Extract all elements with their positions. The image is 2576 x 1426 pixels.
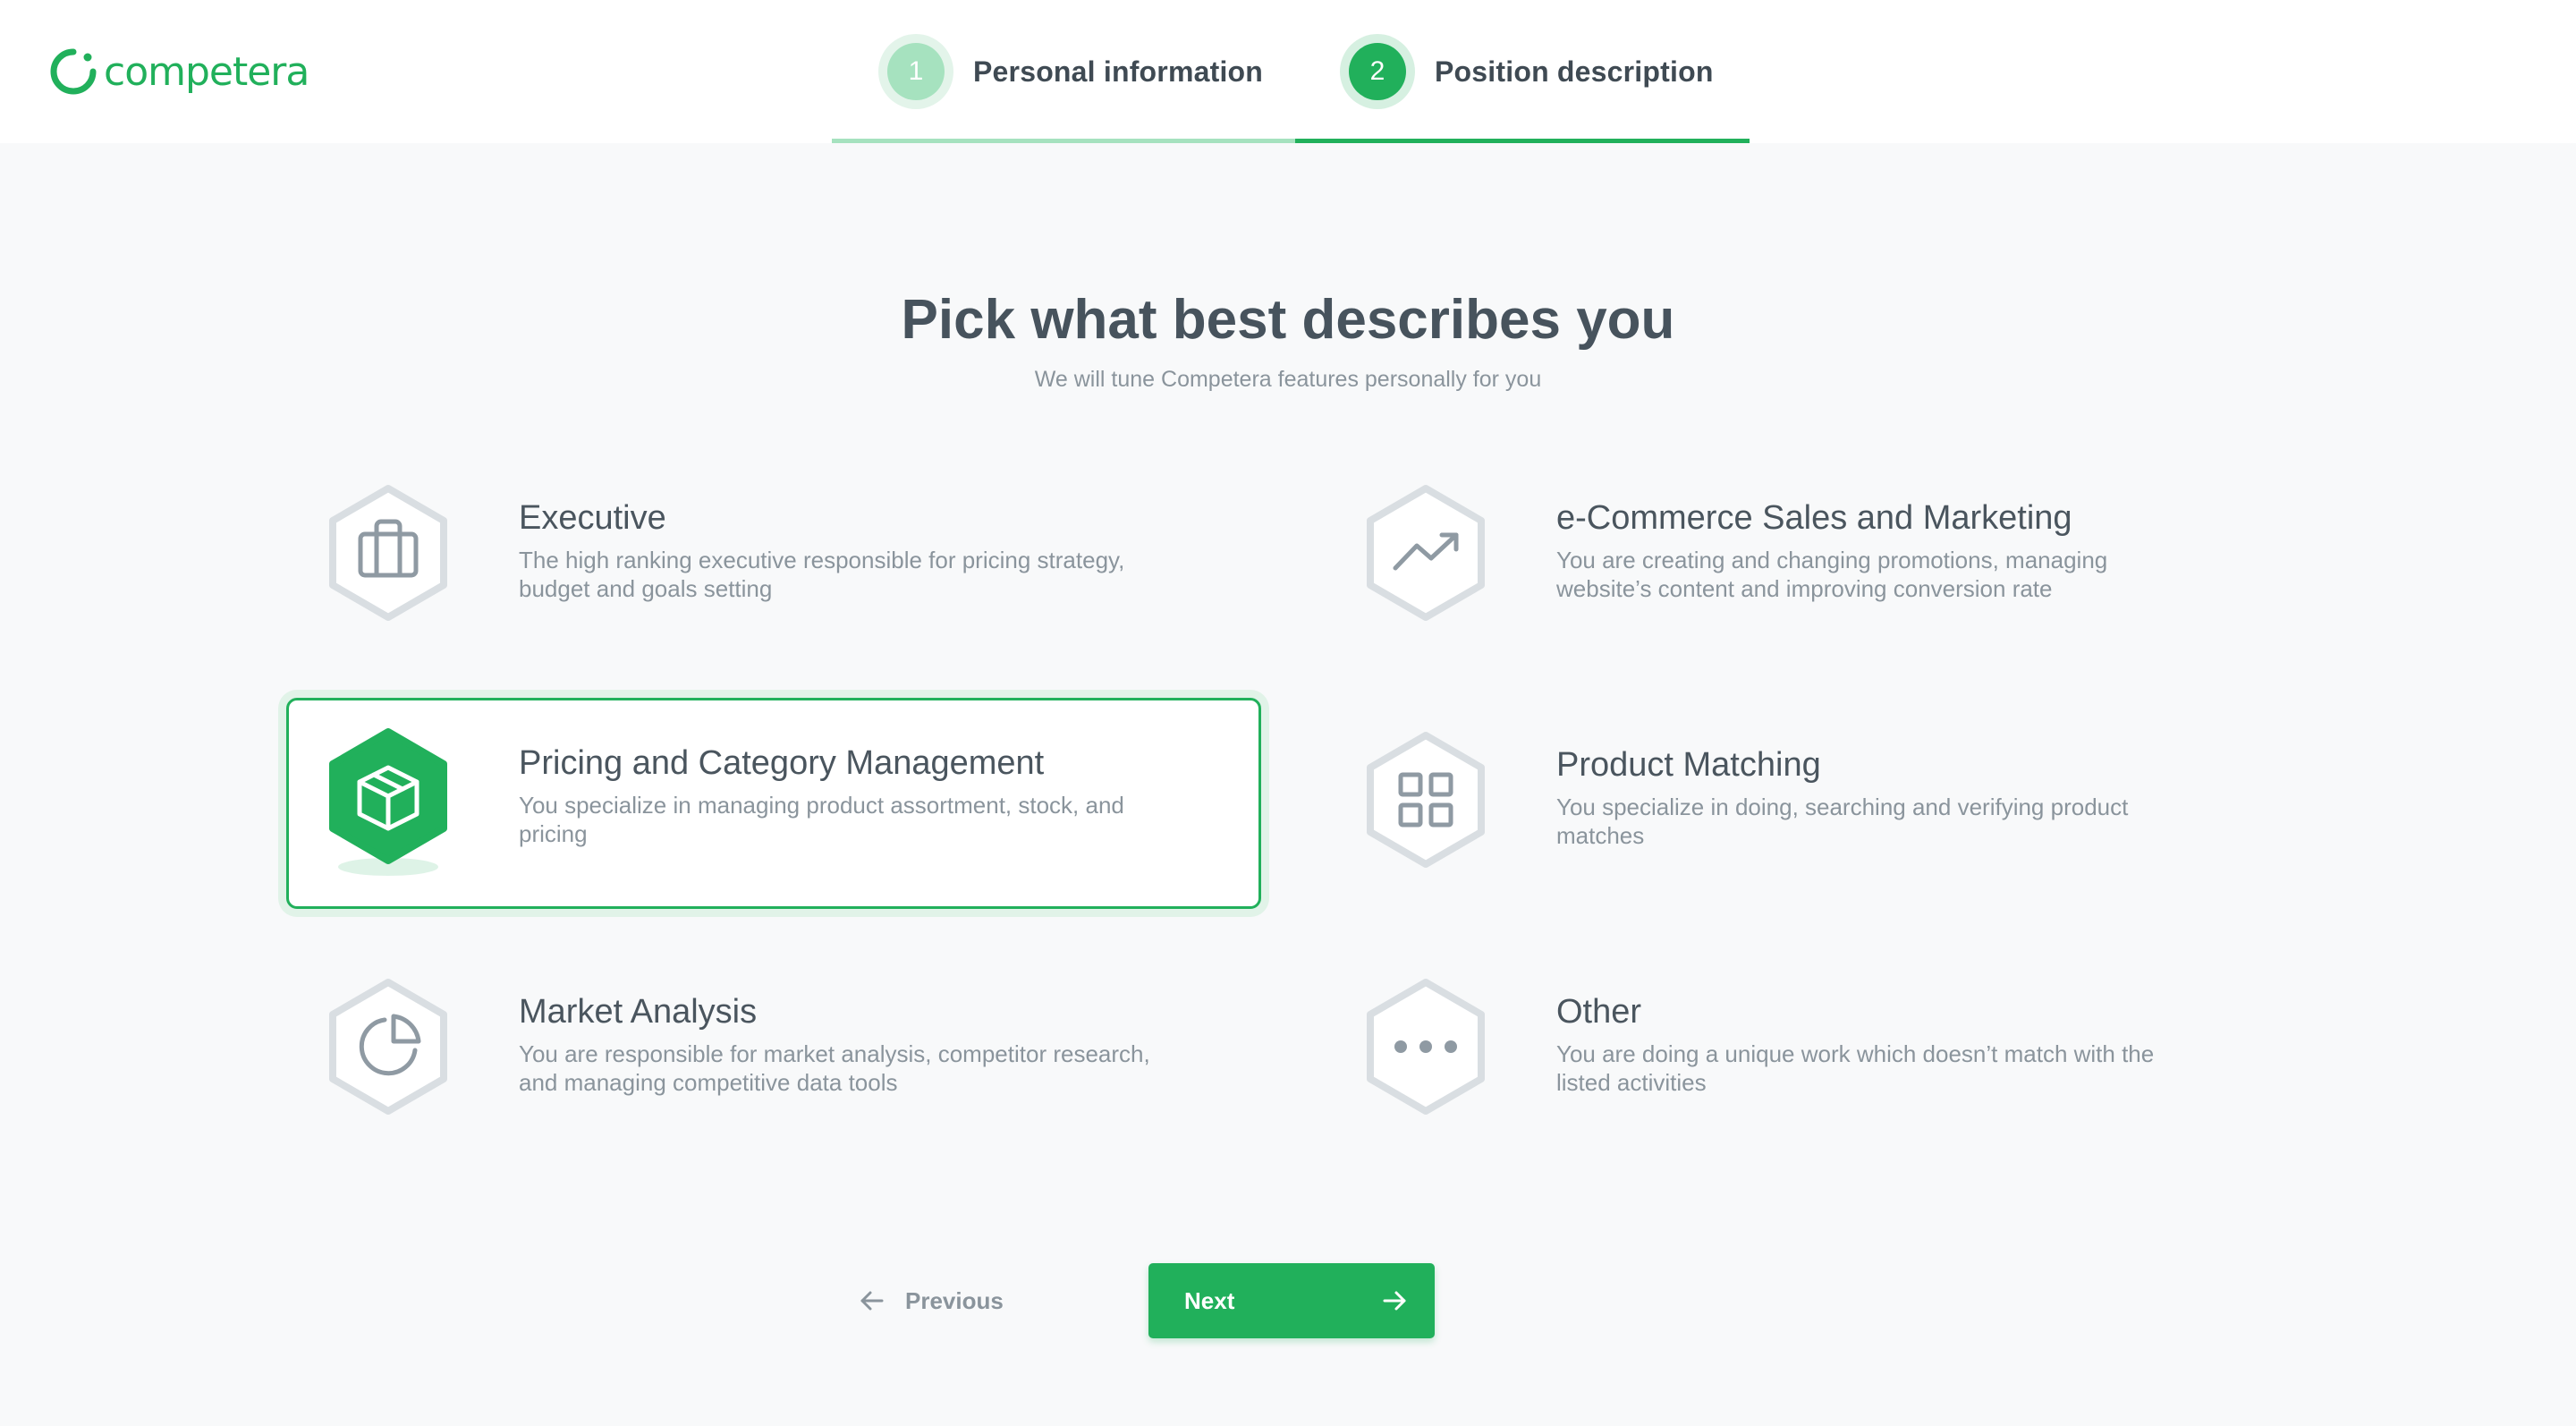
arrow-right-icon [1383,1291,1406,1311]
option-ecommerce-sales-marketing[interactable]: e-Commerce Sales and Marketing You are c… [1324,453,2299,664]
option-product-matching[interactable]: Product Matching You specialize in doing… [1324,700,2299,911]
competera-logo[interactable]: competera [48,45,309,98]
page-subtitle: We will tune Competera features personal… [1034,367,1542,392]
option-pricing-category-management[interactable]: Pricing and Category Management You spec… [286,698,1261,909]
briefcase-icon [329,485,447,621]
trending-up-icon [1367,485,1485,621]
logo-mark-icon [50,48,97,95]
option-title: Market Analysis [519,993,758,1031]
step-1-number: 1 [887,43,945,100]
step-2-progress-bar [1295,139,1750,143]
option-executive[interactable]: Executive The high ranking executive res… [286,453,1261,664]
option-title: Other [1556,993,1642,1031]
option-description: The high ranking executive responsible f… [519,547,1125,602]
top-header: competera 1 Personal information 2 Posit… [0,0,2576,143]
option-description: You are creating and changing promotions… [1556,547,2108,602]
option-description: You specialize in doing, searching and v… [1556,794,2129,849]
option-description: You are doing a unique work which doesn’… [1556,1040,2155,1096]
step-1-indicator: 1 [878,34,953,109]
next-label: Next [1184,1286,1235,1314]
logo-text: competera [104,48,309,95]
grid-icon [1367,732,1485,868]
previous-button[interactable]: Previous [857,1270,1004,1331]
step-personal-information[interactable]: 1 Personal information [878,0,1263,143]
step-2-label: Position description [1435,55,1714,88]
option-title: e-Commerce Sales and Marketing [1556,499,2072,537]
option-other[interactable]: Other You are doing a unique work which … [1324,946,2299,1158]
page-title: Pick what best describes you [901,289,1675,351]
option-market-analysis[interactable]: Market Analysis You are responsible for … [286,946,1261,1158]
option-title: Pricing and Category Management [519,744,1045,782]
box-icon [329,728,447,876]
stepper: 1 Personal information 2 Position descri… [832,0,1750,143]
pie-chart-icon [329,979,447,1115]
next-button[interactable]: Next [1148,1263,1435,1338]
more-dots-icon [1367,979,1485,1115]
step-2-number: 2 [1349,43,1406,100]
step-position-description[interactable]: 2 Position description [1340,0,1714,143]
previous-label: Previous [905,1286,1004,1314]
arrow-left-icon [860,1291,884,1311]
step-1-label: Personal information [973,55,1264,88]
step-1-progress-bar [832,139,1295,143]
step-2-indicator: 2 [1340,34,1415,109]
option-description: You specialize in managing product assor… [519,792,1124,847]
option-title: Product Matching [1556,746,1821,784]
option-title: Executive [519,499,666,537]
option-description: You are responsible for market analysis,… [519,1040,1150,1096]
